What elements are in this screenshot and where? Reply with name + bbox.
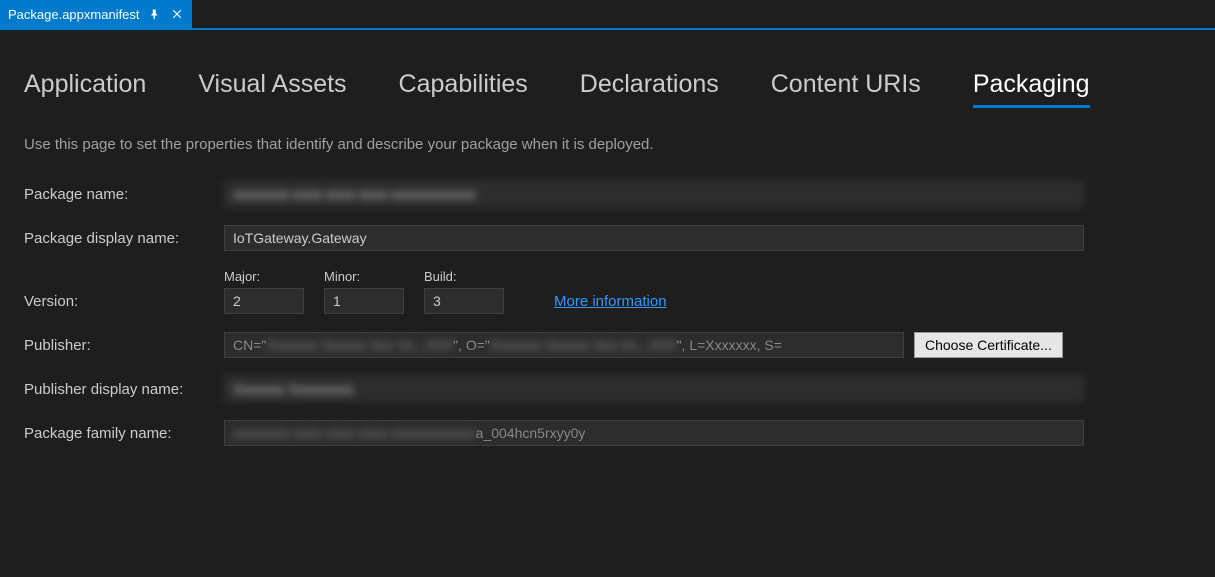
tab-visual-assets[interactable]: Visual Assets: [198, 70, 346, 108]
publisher-display-name-input[interactable]: [224, 376, 1084, 402]
label-version: Version:: [24, 293, 224, 314]
packaging-form: Package name: Package display name: Vers…: [24, 181, 1191, 446]
page-description: Use this page to set the properties that…: [24, 136, 1191, 153]
label-publisher-display-name: Publisher display name:: [24, 381, 224, 398]
package-name-input[interactable]: [224, 181, 1084, 207]
version-build-input[interactable]: [424, 288, 504, 314]
publisher-value: CN="Xxxxxxx Xxxxxx Xxx Xx., XXX", O="Xxx…: [224, 332, 904, 358]
version-major-input[interactable]: [224, 288, 304, 314]
document-tab[interactable]: Package.appxmanifest: [0, 0, 192, 28]
version-minor-input[interactable]: [324, 288, 404, 314]
label-publisher: Publisher:: [24, 337, 224, 354]
tab-capabilities[interactable]: Capabilities: [399, 70, 528, 108]
label-build: Build:: [424, 269, 504, 284]
label-package-family-name: Package family name:: [24, 425, 224, 442]
tab-packaging[interactable]: Packaging: [973, 70, 1090, 108]
label-major: Major:: [224, 269, 304, 284]
editor-content: Application Visual Assets Capabilities D…: [0, 30, 1215, 446]
tab-content-uris[interactable]: Content URIs: [771, 70, 921, 108]
pin-icon[interactable]: [148, 7, 162, 21]
tab-bar: Package.appxmanifest: [0, 0, 1215, 28]
label-package-display-name: Package display name:: [24, 230, 224, 247]
version-group: Major: Minor: Build: More information: [224, 269, 1191, 314]
tab-application[interactable]: Application: [24, 70, 146, 108]
label-package-name: Package name:: [24, 186, 224, 203]
label-minor: Minor:: [324, 269, 404, 284]
package-display-name-input[interactable]: [224, 225, 1084, 251]
tab-declarations[interactable]: Declarations: [580, 70, 719, 108]
close-icon[interactable]: [170, 7, 184, 21]
tab-title: Package.appxmanifest: [8, 7, 140, 22]
more-information-link[interactable]: More information: [554, 293, 667, 314]
manifest-subtabs: Application Visual Assets Capabilities D…: [24, 70, 1191, 108]
package-family-name-value: xxxxxxxx-xxxx-xxxx-xxxx-xxxxxxxxxxxxa_00…: [224, 420, 1084, 446]
choose-certificate-button[interactable]: Choose Certificate...: [914, 332, 1063, 358]
